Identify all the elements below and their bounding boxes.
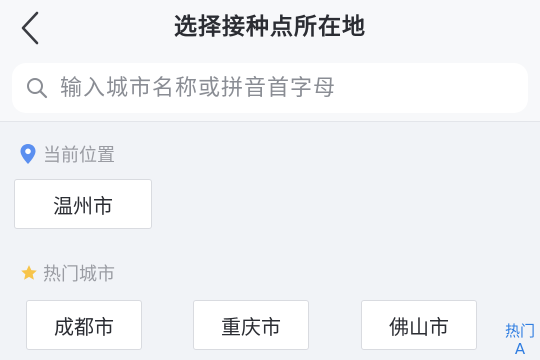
header-bar: 选择接种点所在地 — [0, 0, 540, 56]
hot-city-name: 成都市 — [54, 314, 114, 339]
star-icon — [20, 263, 38, 283]
hot-cities-label: 热门城市 — [43, 264, 115, 285]
current-city-name: 温州市 — [53, 193, 113, 218]
hot-city-name: 佛山市 — [389, 314, 449, 339]
search-box[interactable] — [12, 63, 528, 113]
alphabet-index-bar: 热门 A — [500, 322, 540, 358]
current-location-label: 当前位置 — [43, 145, 115, 166]
hot-city-chip[interactable]: 佛山市 — [361, 300, 477, 350]
search-icon — [26, 75, 52, 101]
search-input[interactable] — [60, 68, 528, 108]
current-location-header: 当前位置 — [20, 141, 115, 167]
hot-city-name: 重庆市 — [221, 314, 281, 339]
index-item-a[interactable]: A — [515, 340, 525, 358]
current-city-chip[interactable]: 温州市 — [14, 179, 152, 229]
search-area — [0, 56, 540, 122]
index-item-hot[interactable]: 热门 — [505, 322, 535, 340]
page-title: 选择接种点所在地 — [174, 14, 366, 40]
hot-city-chip[interactable]: 成都市 — [26, 300, 142, 350]
city-picker-page: 选择接种点所在地 当前位置 温州市 — [0, 0, 540, 360]
hot-city-chip[interactable]: 重庆市 — [193, 300, 309, 350]
hot-cities-header: 热门城市 — [20, 260, 115, 286]
location-pin-icon — [20, 144, 38, 164]
